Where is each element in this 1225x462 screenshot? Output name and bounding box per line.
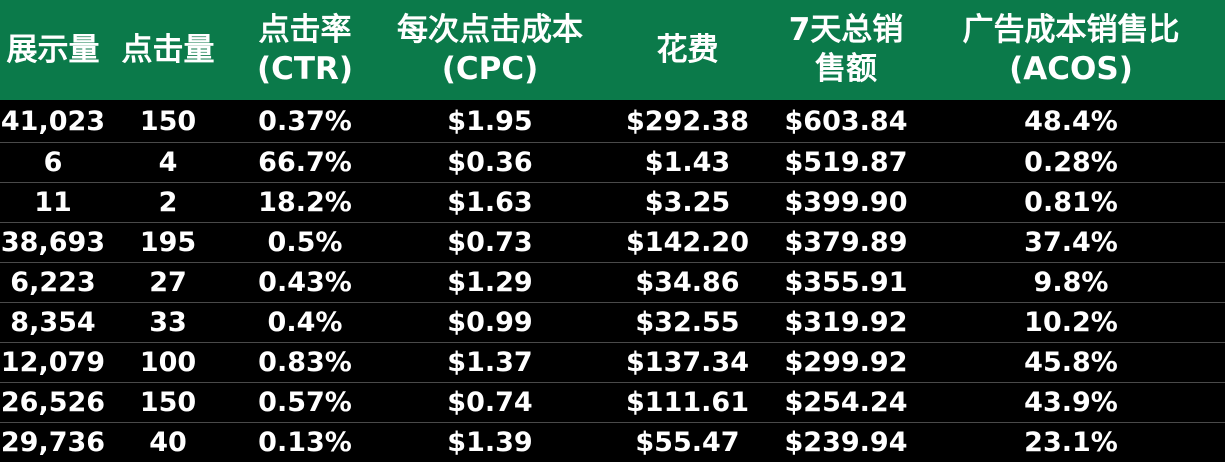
table-cell: $355.91 <box>775 262 917 302</box>
table-cell: $137.34 <box>600 342 775 382</box>
table-cell: 37.4% <box>917 222 1225 262</box>
table-cell: $1.39 <box>380 422 600 462</box>
table-cell: 0.43% <box>230 262 380 302</box>
table-cell: $1.43 <box>600 142 775 182</box>
table-cell: $1.37 <box>380 342 600 382</box>
table-cell: 11 <box>0 182 106 222</box>
table-cell: 33 <box>106 302 230 342</box>
table-cell: 0.13% <box>230 422 380 462</box>
header-acos: 广告成本销售比(ACOS) <box>917 0 1225 100</box>
table-cell: 26,526 <box>0 382 106 422</box>
table-cell: $34.86 <box>600 262 775 302</box>
header-label: 7天总销售额 <box>788 12 904 87</box>
header-label: 点击率(CTR) <box>256 12 354 87</box>
header-impressions: 展示量 <box>0 0 106 100</box>
table-cell: $292.38 <box>626 105 749 137</box>
table-cell: $239.94 <box>775 422 917 462</box>
table-cell: 195 <box>106 222 230 262</box>
table-cell: 43.9% <box>917 382 1225 422</box>
table-cell: 0.28% <box>917 142 1225 182</box>
table-cell: $142.20 <box>600 222 775 262</box>
table-cell: 0.4% <box>230 302 380 342</box>
table-cell: $32.55 <box>600 302 775 342</box>
table-cell: $0.36 <box>380 142 600 182</box>
table-cell: 0.81% <box>917 182 1225 222</box>
table-cell: 150 <box>139 105 197 137</box>
table-cell: 4 <box>106 142 230 182</box>
header-spend: 花费 <box>600 0 775 100</box>
table-cell: 100 <box>106 342 230 382</box>
table-cell: $319.92 <box>775 302 917 342</box>
table-cell: 0.5% <box>230 222 380 262</box>
table-cell: 9.8% <box>917 262 1225 302</box>
table-cell: $55.47 <box>600 422 775 462</box>
table-cell: $603.84 <box>784 105 908 137</box>
header-7day-sales: 7天总销售额 <box>775 0 917 100</box>
table-cell: 29,736 <box>0 422 106 462</box>
header-label: 展示量 <box>6 31 100 68</box>
table-cell: 8,354 <box>0 302 106 342</box>
table-cell: 23.1% <box>917 422 1225 462</box>
table-cell: 45.8% <box>917 342 1225 382</box>
table-cell: $0.99 <box>380 302 600 342</box>
table-cell: 18.2% <box>230 182 380 222</box>
table-cell: $399.90 <box>775 182 917 222</box>
table-cell: 41,023 <box>0 105 106 137</box>
table-cell: 150 <box>106 382 230 422</box>
table-cell: $0.74 <box>380 382 600 422</box>
table-cell: $3.25 <box>600 182 775 222</box>
header-label: 每次点击成本(CPC) <box>397 12 583 87</box>
table-cell: $299.92 <box>775 342 917 382</box>
table-cell: 48.4% <box>1024 105 1118 137</box>
table-cell: 27 <box>106 262 230 302</box>
table-cell: 6,223 <box>0 262 106 302</box>
table-cell: $379.89 <box>775 222 917 262</box>
ad-performance-table: 展示量 点击量 点击率(CTR) 每次点击成本(CPC) 花费 7天总销售额 广… <box>0 0 1225 462</box>
header-clicks: 点击量 <box>106 0 230 100</box>
table-cell: $0.73 <box>380 222 600 262</box>
table-cell: 6 <box>0 142 106 182</box>
table-cell: $254.24 <box>775 382 917 422</box>
table-cell: 38,693 <box>0 222 106 262</box>
table-cell: 66.7% <box>230 142 380 182</box>
table-cell: $111.61 <box>600 382 775 422</box>
header-label: 点击量 <box>121 31 215 68</box>
table-cell: $1.63 <box>380 182 600 222</box>
table-cell: 40 <box>106 422 230 462</box>
table-cell: $1.29 <box>380 262 600 302</box>
table-cell: 10.2% <box>917 302 1225 342</box>
table-cell: $519.87 <box>775 142 917 182</box>
header-label: 广告成本销售比(ACOS) <box>962 12 1180 87</box>
table-cell: 0.57% <box>230 382 380 422</box>
table-cell: 0.37% <box>258 105 352 137</box>
header-ctr: 点击率(CTR) <box>230 0 380 100</box>
table-cell: 0.83% <box>230 342 380 382</box>
table-cell: 12,079 <box>0 342 106 382</box>
table-cell: 2 <box>106 182 230 222</box>
header-label: 花费 <box>656 31 719 68</box>
table-cell: $1.95 <box>447 105 533 137</box>
header-cpc: 每次点击成本(CPC) <box>380 0 600 100</box>
